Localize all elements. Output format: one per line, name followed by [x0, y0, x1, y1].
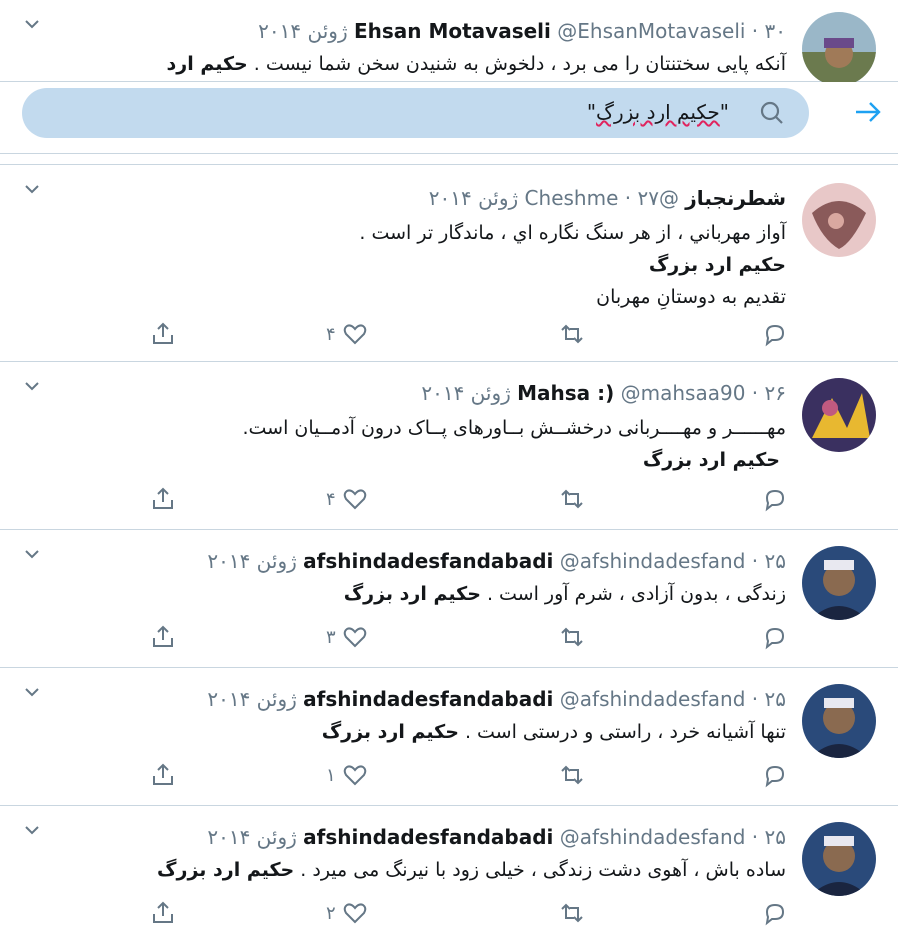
author-handle[interactable]: @afshindadesfand: [560, 825, 746, 849]
heart-icon: [343, 489, 366, 510]
heart-icon: [343, 324, 366, 345]
share-icon: [153, 763, 173, 785]
tweet-text: تنها آشیانه خرد ، راستی و درستی است . حک…: [321, 721, 786, 743]
tweet-item[interactable]: Ehsan Motavaseli @EhsanMotavaseli · ۳۰ ژ…: [0, 0, 898, 86]
search-icon[interactable]: [759, 100, 785, 126]
retweet-button[interactable]: [559, 482, 585, 516]
like-count: ۴: [326, 323, 336, 345]
search-input[interactable]: "حکیم ارد بزرگ": [22, 88, 809, 138]
search-bar: "حکیم ارد بزرگ": [0, 82, 898, 154]
hashtag-bold: حکیم ارد بزرگ: [648, 254, 786, 276]
tweet-text: مهــــــر و مهــــربانی درخشــش بــاورها…: [242, 412, 786, 476]
avatar[interactable]: [802, 822, 876, 896]
reply-icon: [765, 489, 785, 512]
like-button[interactable]: ۱: [326, 758, 368, 792]
tweet-item[interactable]: afshindadesfandabadi @afshindadesfand · …: [0, 668, 898, 806]
author-handle[interactable]: @afshindadesfand: [560, 687, 746, 711]
hashtag-bold: حکیم ارد بزرگ: [321, 721, 459, 743]
retweet-icon: [561, 903, 583, 923]
chevron-down-icon[interactable]: [24, 18, 40, 30]
like-count: ۱: [326, 764, 336, 786]
reply-icon: [765, 324, 785, 347]
tweet-item[interactable]: Mahsa :) @mahsaa90 · ۲۶ ژوئن ۲۰۱۴ مهــــ…: [0, 362, 898, 530]
tweet-text: آواز مهرباني ، از هر سنگ نگاره اي ، ماند…: [359, 222, 786, 308]
share-icon: [153, 901, 173, 923]
search-query: "حکیم ارد بزرگ": [586, 100, 729, 124]
reply-button[interactable]: [762, 896, 788, 930]
retweet-icon: [561, 765, 583, 785]
author-name[interactable]: Mahsa :): [517, 381, 614, 405]
author-name[interactable]: afshindadesfandabadi: [303, 825, 553, 849]
share-button[interactable]: [150, 896, 176, 930]
retweet-button[interactable]: [559, 317, 585, 351]
hashtag-bold: حکیم ارد بزرگ: [343, 583, 481, 605]
retweet-icon: [561, 324, 583, 344]
author-handle[interactable]: @afshindadesfand: [560, 549, 746, 573]
share-button[interactable]: [150, 758, 176, 792]
chevron-down-icon[interactable]: [24, 183, 40, 195]
reply-button[interactable]: [762, 482, 788, 516]
retweet-button[interactable]: [559, 620, 585, 654]
reply-button[interactable]: [762, 317, 788, 351]
author-name[interactable]: Ehsan Motavaseli: [354, 19, 551, 43]
avatar[interactable]: [802, 378, 876, 452]
like-button[interactable]: ۲: [326, 896, 368, 930]
avatar[interactable]: [802, 12, 876, 86]
share-button[interactable]: [150, 482, 176, 516]
tweet-item[interactable]: شطرنجباز @Cheshme · ۲۷ ژوئن ۲۰۱۴ آواز مه…: [0, 164, 898, 362]
chevron-down-icon[interactable]: [24, 548, 40, 560]
share-button[interactable]: [150, 620, 176, 654]
retweet-button[interactable]: [559, 758, 585, 792]
share-icon: [153, 625, 173, 647]
heart-icon: [343, 627, 366, 648]
chevron-down-icon[interactable]: [24, 686, 40, 698]
retweet-icon: [561, 489, 583, 509]
tweet-item[interactable]: afshindadesfandabadi @afshindadesfand · …: [0, 530, 898, 668]
like-button[interactable]: ۴: [326, 482, 368, 516]
chevron-down-icon[interactable]: [24, 824, 40, 836]
author-handle[interactable]: @mahsaa90: [621, 381, 746, 405]
tweet-text: آنکه پایی سختنتان را می برد ، دلخوش به ش…: [166, 53, 787, 75]
like-count: ۳: [326, 626, 336, 648]
author-handle[interactable]: @EhsanMotavaseli: [557, 19, 745, 43]
author-name[interactable]: afshindadesfandabadi: [303, 687, 553, 711]
hashtag-bold: حکیم ارد بزرگ: [642, 449, 780, 471]
tweet-text: ساده باش ، آهوی دشت زندگی ، خیلی زود با …: [157, 859, 786, 881]
hashtag-bold: حکیم ارد: [166, 53, 248, 75]
like-button[interactable]: ۳: [326, 620, 368, 654]
share-button[interactable]: [150, 317, 176, 351]
reply-icon: [765, 765, 785, 788]
avatar[interactable]: [802, 546, 876, 620]
author-name[interactable]: afshindadesfandabadi: [303, 549, 553, 573]
retweet-icon: [561, 627, 583, 647]
reply-button[interactable]: [762, 620, 788, 654]
author-name[interactable]: شطرنجباز: [685, 186, 786, 210]
share-icon: [153, 322, 173, 344]
reply-button[interactable]: [762, 758, 788, 792]
like-button[interactable]: ۴: [326, 317, 368, 351]
tweet-item[interactable]: afshindadesfandabadi @afshindadesfand · …: [0, 806, 898, 941]
avatar[interactable]: [802, 183, 876, 257]
share-icon: [153, 487, 173, 509]
retweet-button[interactable]: [559, 896, 585, 930]
heart-icon: [343, 765, 366, 786]
hashtag-bold: حکیم ارد بزرگ: [157, 859, 295, 881]
reply-icon: [765, 903, 785, 926]
arrow-right-icon[interactable]: [854, 100, 882, 124]
heart-icon: [343, 903, 366, 924]
reply-icon: [765, 627, 785, 650]
chevron-down-icon[interactable]: [24, 380, 40, 392]
like-count: ۲: [326, 902, 336, 924]
like-count: ۴: [326, 488, 336, 510]
tweet-text: زندگی ، بدون آزادی ، شرم آور است . حکیم …: [343, 583, 786, 605]
avatar[interactable]: [802, 684, 876, 758]
